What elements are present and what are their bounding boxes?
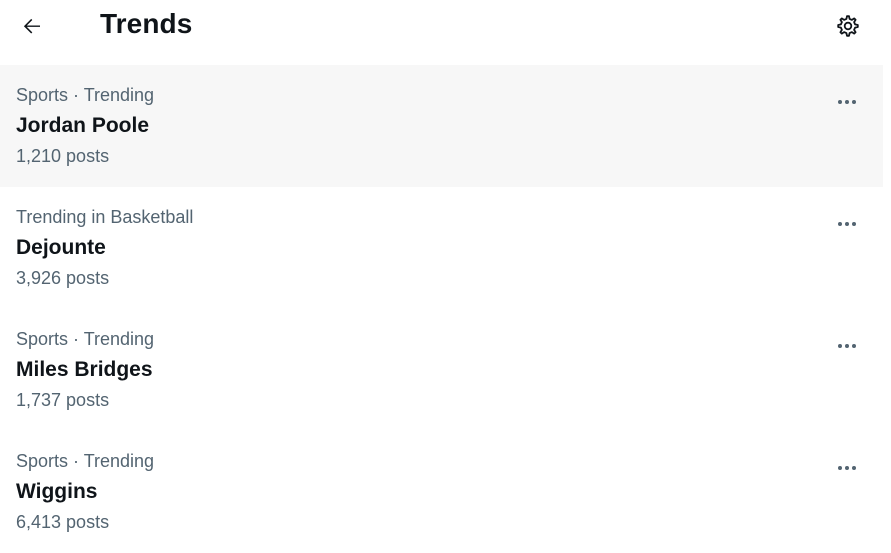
more-options-button[interactable] <box>830 327 864 361</box>
trend-name: Wiggins <box>16 480 98 503</box>
more-horizontal-icon <box>837 91 858 109</box>
back-button[interactable] <box>14 8 50 44</box>
page-header: Trends <box>0 0 891 53</box>
trend-post-count: 1,210 posts <box>16 146 110 166</box>
trend-item[interactable]: Sports · Trending Jordan Poole 1,210 pos… <box>0 65 883 187</box>
trend-post-count: 3,926 posts <box>16 268 110 288</box>
trend-name: Jordan Poole <box>16 114 150 137</box>
trend-context: Sports · Trending <box>16 451 155 471</box>
trends-list: Sports · Trending Jordan Poole 1,210 pos… <box>0 65 883 553</box>
more-options-button[interactable] <box>830 83 864 117</box>
trend-item[interactable]: Sports · Trending Miles Bridges 1,737 po… <box>0 309 883 431</box>
more-options-button[interactable] <box>830 205 864 239</box>
arrow-left-icon <box>23 18 40 34</box>
trend-post-count: 1,737 posts <box>16 390 110 410</box>
trend-item[interactable]: Trending in Basketball Dejounte 3,926 po… <box>0 187 883 309</box>
gear-icon <box>837 15 859 37</box>
trend-name: Dejounte <box>16 236 106 259</box>
trend-context: Sports · Trending <box>16 329 155 349</box>
more-horizontal-icon <box>837 213 858 231</box>
more-options-button[interactable] <box>830 449 864 483</box>
more-horizontal-icon <box>837 335 858 353</box>
trend-context: Sports · Trending <box>16 85 155 105</box>
trend-name: Miles Bridges <box>16 358 153 381</box>
trend-context: Trending in Basketball <box>16 207 194 227</box>
more-horizontal-icon <box>837 457 858 475</box>
settings-button[interactable] <box>830 8 866 44</box>
page-title: Trends <box>100 8 193 39</box>
trend-post-count: 6,413 posts <box>16 512 110 532</box>
